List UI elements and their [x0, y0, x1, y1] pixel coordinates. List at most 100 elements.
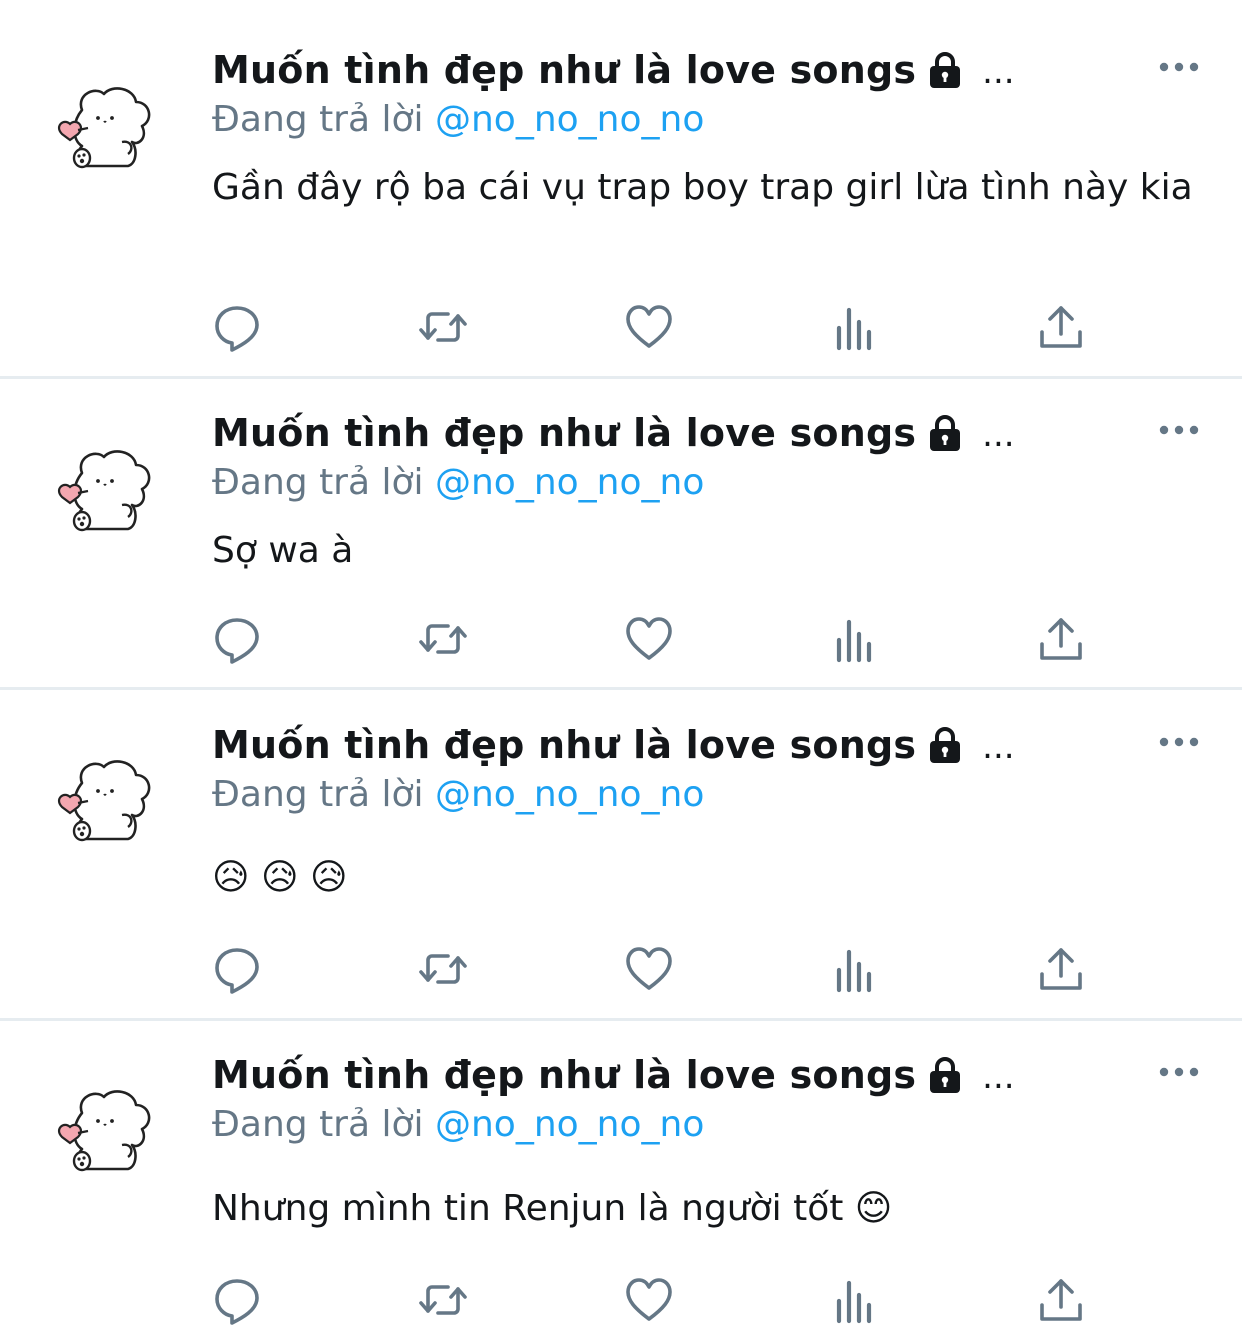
puppy-avatar-icon	[57, 87, 151, 169]
more-options-button[interactable]	[1156, 52, 1202, 82]
replying-to-label: Đang trả lời	[212, 98, 424, 140]
retweet-icon	[419, 624, 467, 654]
display-name[interactable]: Muốn tình đẹp như là love songs	[212, 411, 916, 455]
tweet-text: 😥 😥 😥	[212, 857, 348, 898]
name-ellipsis: ...	[982, 52, 1015, 92]
tweet-actions	[0, 939, 1242, 999]
reply-handle-link[interactable]: @no_no_no_no	[435, 99, 704, 140]
like-icon	[626, 617, 672, 660]
like-button[interactable]	[619, 297, 679, 357]
tweet-header: Muốn tình đẹp như là love songs ...	[212, 721, 1015, 769]
like-button[interactable]	[619, 609, 679, 669]
more-dots-icon	[1159, 62, 1199, 72]
divider	[0, 376, 1242, 379]
reply-icon	[215, 618, 259, 664]
analytics-icon	[836, 949, 872, 993]
more-dots-icon	[1159, 737, 1199, 747]
avatar[interactable]	[52, 443, 156, 547]
reply-button[interactable]	[207, 297, 267, 357]
more-options-button[interactable]	[1156, 415, 1202, 445]
more-dots-icon	[1159, 1067, 1199, 1077]
replying-to-label: Đang trả lời	[212, 773, 424, 815]
divider	[0, 687, 1242, 690]
name-ellipsis: ...	[982, 727, 1015, 767]
share-button[interactable]	[1031, 297, 1091, 357]
replying-to-label: Đang trả lời	[212, 1103, 424, 1145]
share-button[interactable]	[1031, 939, 1091, 999]
reply-button[interactable]	[207, 1270, 267, 1330]
tweet[interactable]: Muốn tình đẹp như là love songs ... Đang…	[0, 1022, 1242, 1337]
like-icon	[626, 947, 672, 990]
more-dots-icon	[1159, 425, 1199, 435]
replying-to: Đang trả lời @no_no_no_no	[212, 1101, 704, 1147]
lock-icon	[924, 1055, 966, 1095]
analytics-icon	[836, 1280, 872, 1324]
like-button[interactable]	[619, 1270, 679, 1330]
tweet-actions	[0, 297, 1242, 357]
retweet-button[interactable]	[413, 609, 473, 669]
analytics-button[interactable]	[825, 609, 885, 669]
avatar[interactable]	[52, 753, 156, 857]
name-ellipsis: ...	[982, 1057, 1015, 1097]
display-name[interactable]: Muốn tình đẹp như là love songs	[212, 723, 916, 767]
reply-handle-link[interactable]: @no_no_no_no	[435, 462, 704, 503]
analytics-button[interactable]	[825, 1270, 885, 1330]
reply-icon	[215, 306, 259, 352]
retweet-icon	[419, 1285, 467, 1315]
analytics-icon	[836, 307, 872, 351]
like-icon	[626, 1278, 672, 1321]
display-name[interactable]: Muốn tình đẹp như là love songs	[212, 48, 916, 92]
lock-icon	[924, 413, 966, 453]
lock-icon	[924, 725, 966, 765]
retweet-button[interactable]	[413, 297, 473, 357]
puppy-avatar-icon	[57, 760, 151, 842]
retweet-button[interactable]	[413, 1270, 473, 1330]
display-name[interactable]: Muốn tình đẹp như là love songs	[212, 1053, 916, 1097]
tweet-header: Muốn tình đẹp như là love songs ...	[212, 409, 1015, 457]
reply-button[interactable]	[207, 939, 267, 999]
more-options-button[interactable]	[1156, 1057, 1202, 1087]
puppy-avatar-icon	[57, 1090, 151, 1172]
tweet-header: Muốn tình đẹp như là love songs ...	[212, 1051, 1015, 1099]
analytics-icon	[836, 619, 872, 663]
replying-to: Đang trả lời @no_no_no_no	[212, 96, 704, 142]
analytics-button[interactable]	[825, 297, 885, 357]
replying-to-label: Đang trả lời	[212, 461, 424, 503]
tweet-actions	[0, 1270, 1242, 1330]
tweet[interactable]: Muốn tình đẹp như là love songs ... Đang…	[0, 691, 1242, 1018]
tweet-text: Gần đây rộ ba cái vụ trap boy trap girl …	[212, 167, 1193, 208]
like-button[interactable]	[619, 939, 679, 999]
name-ellipsis: ...	[982, 415, 1015, 455]
tweet[interactable]: Muốn tình đẹp như là love songs ... Đang…	[0, 380, 1242, 687]
retweet-icon	[419, 954, 467, 984]
tweet-actions	[0, 609, 1242, 669]
avatar[interactable]	[52, 80, 156, 184]
share-button[interactable]	[1031, 1270, 1091, 1330]
avatar[interactable]	[52, 1083, 156, 1187]
divider	[0, 1018, 1242, 1021]
reply-icon	[215, 1279, 259, 1325]
retweet-icon	[419, 312, 467, 342]
reply-handle-link[interactable]: @no_no_no_no	[435, 1104, 704, 1145]
tweet-feed: Muốn tình đẹp như là love songs ... Đang…	[0, 0, 1242, 1337]
analytics-button[interactable]	[825, 939, 885, 999]
tweet-text: Nhưng mình tin Renjun là người tốt 😊	[212, 1188, 893, 1229]
tweet-header: Muốn tình đẹp như là love songs ...	[212, 46, 1015, 94]
share-icon	[1040, 1279, 1082, 1321]
share-button[interactable]	[1031, 609, 1091, 669]
share-icon	[1040, 306, 1082, 348]
replying-to: Đang trả lời @no_no_no_no	[212, 771, 704, 817]
puppy-avatar-icon	[57, 450, 151, 532]
lock-icon	[924, 50, 966, 90]
share-icon	[1040, 948, 1082, 990]
like-icon	[626, 305, 672, 348]
reply-button[interactable]	[207, 609, 267, 669]
share-icon	[1040, 618, 1082, 660]
tweet[interactable]: Muốn tình đẹp như là love songs ... Đang…	[0, 0, 1242, 376]
reply-handle-link[interactable]: @no_no_no_no	[435, 774, 704, 815]
more-options-button[interactable]	[1156, 727, 1202, 757]
tweet-text: Sợ wa à	[212, 530, 354, 571]
retweet-button[interactable]	[413, 939, 473, 999]
replying-to: Đang trả lời @no_no_no_no	[212, 459, 704, 505]
reply-icon	[215, 948, 259, 994]
